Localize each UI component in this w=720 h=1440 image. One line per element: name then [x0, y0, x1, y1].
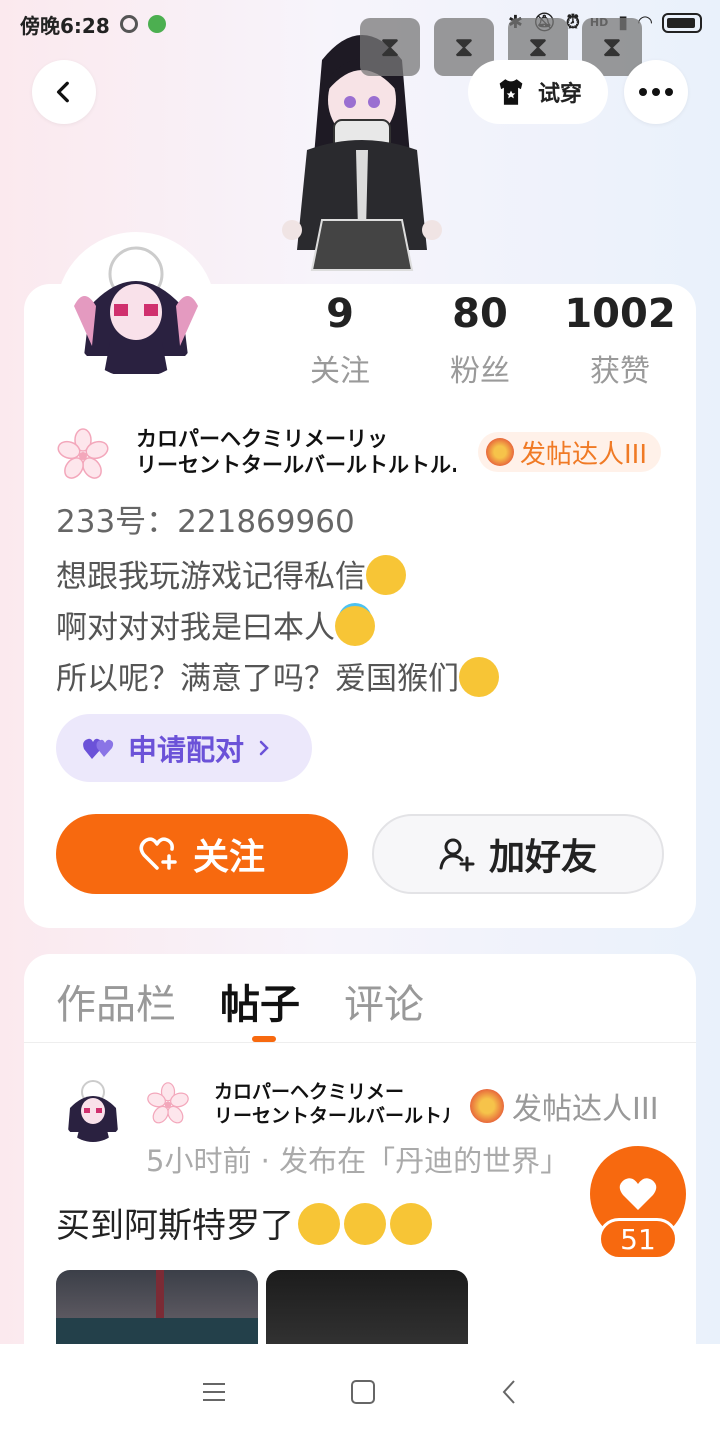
add-friend-button[interactable]: 加好友 [372, 814, 664, 894]
status-time: 傍晚6:28 [20, 13, 110, 38]
back-nav-icon[interactable] [499, 1378, 519, 1406]
battery-icon [662, 12, 702, 33]
hourglass-icon: ⧗ [528, 30, 548, 63]
badge-medal-icon [486, 438, 514, 466]
apply-pair-button[interactable]: 申请配对 [56, 714, 312, 782]
post-text-content: 买到阿斯特罗了 [56, 1206, 294, 1246]
profile-name-row: カロパーヘクミリメーリッ リーセントタールバールトルトル... 发帖达人III [56, 426, 676, 482]
hourglass-icon: ⧗ [454, 30, 474, 63]
smile-emoji-icon [366, 555, 406, 595]
avatar[interactable] [70, 246, 202, 378]
post-author-name[interactable]: カロパーヘクミリメー リーセントタールバールトル... [214, 1080, 450, 1128]
profile-name-line2: リーセントタールバールトルトル... [136, 453, 456, 477]
heart-plus-icon [139, 837, 177, 870]
sakura-icon [147, 1082, 189, 1124]
profile-bio: 想跟我玩游戏记得私信 啊对对对我是曰本人 所以呢？满意了吗？爱国猴们 [56, 552, 499, 705]
profile-name: カロパーヘクミリメーリッ リーセントタールバールトルトル... [136, 426, 456, 478]
stat-label: 获赞 [590, 354, 650, 389]
crying-emoji-icon [344, 1203, 386, 1245]
add-friend-label: 加好友 [488, 837, 597, 878]
stat-value: 1002 [564, 291, 676, 337]
chevron-left-icon [56, 81, 69, 103]
badge-label: 发帖达人III [520, 439, 648, 470]
post-author-badge: 发帖达人III [470, 1084, 659, 1128]
stat-label: 粉丝 [450, 354, 510, 389]
app-notification-icon [147, 15, 166, 33]
bio-line-1: 想跟我玩游戏记得私信 [56, 559, 366, 595]
post-image-1[interactable] [56, 1270, 258, 1350]
apply-pair-label: 申请配对 [128, 733, 245, 767]
home-icon[interactable] [350, 1379, 376, 1405]
add-user-icon [439, 838, 475, 872]
hourglass-icon: ⧗ [380, 30, 400, 63]
menu-icon[interactable] [201, 1381, 227, 1403]
chevron-right-icon [259, 740, 269, 756]
video-thumbnail-1[interactable]: ⧗ [360, 18, 420, 76]
user-id: 233号：221869960 [56, 504, 355, 540]
post-author-avatar[interactable] [62, 1080, 124, 1142]
halo-emoji-icon [335, 606, 375, 646]
bio-line-3: 所以呢？满意了吗？爱国猴们 [56, 661, 459, 697]
stat-fans[interactable]: 80 粉丝 [410, 290, 550, 390]
avatar-image [74, 246, 198, 374]
eye-roll-emoji-icon [459, 657, 499, 697]
try-on-button[interactable]: 试穿 [468, 60, 608, 124]
post-author-name-line1: カロパーヘクミリメー [214, 1081, 405, 1103]
post-author-name-line2: リーセントタールバールトル... [214, 1105, 450, 1127]
system-nav-bar [0, 1344, 720, 1440]
hourglass-icon: ⧗ [602, 30, 622, 63]
stat-following[interactable]: 9 关注 [270, 290, 410, 390]
post-image-2[interactable] [266, 1270, 468, 1350]
stat-value: 80 [452, 291, 508, 337]
profile-name-line1: カロパーヘクミリメーリッ [136, 427, 388, 451]
crying-emoji-icon [298, 1203, 340, 1245]
stat-likes[interactable]: 1002 获赞 [550, 290, 690, 390]
post-meta[interactable]: 5小时前 · 发布在「丹迪的世界」 [146, 1138, 616, 1180]
double-heart-icon [83, 738, 114, 759]
back-button[interactable] [32, 60, 96, 124]
more-horizontal-icon [639, 88, 673, 96]
post-text[interactable]: 买到阿斯特罗了 [56, 1198, 432, 1247]
try-on-label: 试穿 [537, 82, 582, 107]
like-count: 51 [598, 1218, 678, 1260]
sakura-icon [57, 428, 109, 479]
post-badge-label: 发帖达人III [512, 1092, 659, 1127]
follow-button[interactable]: 关注 [56, 814, 348, 894]
tab-posts[interactable]: 帖子 [220, 972, 300, 1030]
content-tabs: 作品栏 帖子 评论 [56, 972, 424, 1030]
follow-label: 关注 [192, 837, 265, 878]
badge-medal-icon [470, 1089, 504, 1123]
heart-icon [619, 1178, 657, 1210]
bio-line-2: 啊对对对我是曰本人 [56, 610, 335, 646]
record-icon [119, 15, 138, 33]
stat-value: 9 [326, 291, 354, 337]
crying-emoji-icon [390, 1203, 432, 1245]
post-avatar-image [68, 1080, 118, 1142]
tab-comments[interactable]: 评论 [344, 972, 424, 1030]
stat-label: 关注 [310, 354, 370, 389]
tab-works[interactable]: 作品栏 [56, 972, 176, 1030]
profile-stats: 9 关注 80 粉丝 1002 获赞 [270, 290, 690, 390]
outfit-icon [499, 79, 523, 105]
poster-badge[interactable]: 发帖达人III [478, 432, 662, 472]
more-button[interactable] [624, 60, 688, 124]
tabs-divider [24, 1042, 696, 1043]
